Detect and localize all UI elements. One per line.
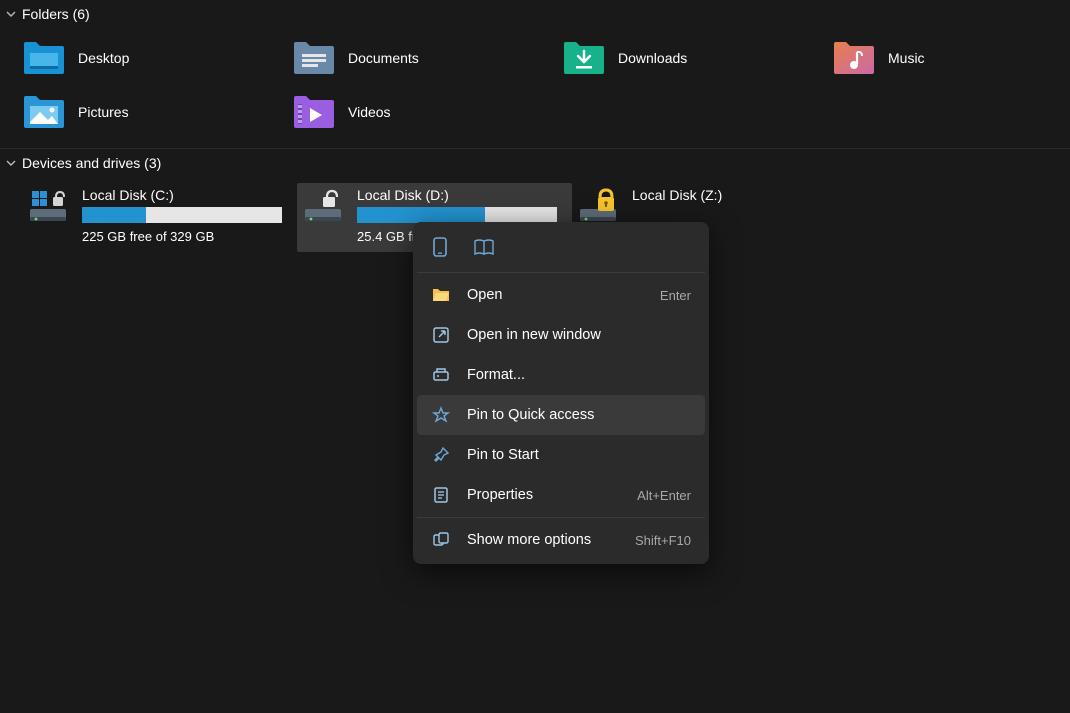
menu-label: Properties (467, 487, 621, 503)
disk-fill (82, 207, 146, 223)
folders-header-label: Folders (6) (22, 6, 90, 22)
menu-shortcut: Enter (660, 288, 691, 303)
more-options-icon (431, 530, 451, 550)
folders-grid: Desktop Documents Downloads (0, 28, 1070, 148)
menu-label: Pin to Start (467, 447, 691, 463)
drive-locked-icon (576, 187, 622, 227)
drive-subtext: 225 GB free of 329 GB (82, 229, 289, 244)
folder-label: Music (888, 50, 925, 66)
context-menu-properties[interactable]: Properties Alt+Enter (417, 475, 705, 515)
folder-label: Documents (348, 50, 419, 66)
context-menu-format[interactable]: Format... (417, 355, 705, 395)
context-menu-show-more[interactable]: Show more options Shift+F10 (417, 520, 705, 560)
disk-usage-bar (357, 207, 557, 223)
drive-unlocked-icon (301, 187, 347, 227)
drive-c[interactable]: Local Disk (C:) 225 GB free of 329 GB (22, 183, 297, 252)
menu-label: Show more options (467, 532, 619, 548)
chevron-down-icon (4, 156, 18, 170)
new-window-icon (431, 325, 451, 345)
disk-fill (357, 207, 485, 223)
drive-title: Local Disk (C:) (82, 187, 289, 203)
devices-section-header[interactable]: Devices and drives (3) (0, 149, 1070, 177)
documents-folder-icon (292, 40, 336, 76)
disk-usage-bar (82, 207, 282, 223)
context-menu-top-row (417, 228, 705, 270)
folder-pictures[interactable]: Pictures (22, 94, 292, 130)
menu-label: Pin to Quick access (467, 407, 691, 423)
book-icon[interactable] (473, 236, 495, 258)
drive-windows-icon (26, 187, 72, 227)
context-menu-open-new-window[interactable]: Open in new window (417, 315, 705, 355)
format-icon (431, 365, 451, 385)
menu-shortcut: Shift+F10 (635, 533, 691, 548)
context-menu-separator (417, 272, 705, 273)
folder-label: Downloads (618, 50, 687, 66)
phone-link-icon[interactable] (429, 236, 451, 258)
menu-label: Open (467, 287, 644, 303)
music-folder-icon (832, 40, 876, 76)
folder-desktop[interactable]: Desktop (22, 40, 292, 76)
videos-folder-icon (292, 94, 336, 130)
menu-label: Open in new window (467, 327, 691, 343)
menu-shortcut: Alt+Enter (637, 488, 691, 503)
star-icon (431, 405, 451, 425)
drive-title: Local Disk (D:) (357, 187, 564, 203)
pin-icon (431, 445, 451, 465)
folder-downloads[interactable]: Downloads (562, 40, 832, 76)
chevron-down-icon (4, 7, 18, 21)
context-menu-open[interactable]: Open Enter (417, 275, 705, 315)
open-folder-icon (431, 285, 451, 305)
desktop-folder-icon (22, 40, 66, 76)
context-menu-pin-quick-access[interactable]: Pin to Quick access (417, 395, 705, 435)
folder-music[interactable]: Music (832, 40, 1070, 76)
folder-label: Desktop (78, 50, 129, 66)
menu-label: Format... (467, 367, 691, 383)
pictures-folder-icon (22, 94, 66, 130)
folder-label: Pictures (78, 104, 129, 120)
properties-icon (431, 485, 451, 505)
folder-label: Videos (348, 104, 391, 120)
context-menu-pin-start[interactable]: Pin to Start (417, 435, 705, 475)
context-menu-separator (417, 517, 705, 518)
folder-documents[interactable]: Documents (292, 40, 562, 76)
folder-videos[interactable]: Videos (292, 94, 562, 130)
devices-header-label: Devices and drives (3) (22, 155, 161, 171)
downloads-folder-icon (562, 40, 606, 76)
drive-title: Local Disk (Z:) (632, 187, 784, 203)
folders-section-header[interactable]: Folders (6) (0, 0, 1070, 28)
context-menu: Open Enter Open in new window Format... … (413, 222, 709, 564)
